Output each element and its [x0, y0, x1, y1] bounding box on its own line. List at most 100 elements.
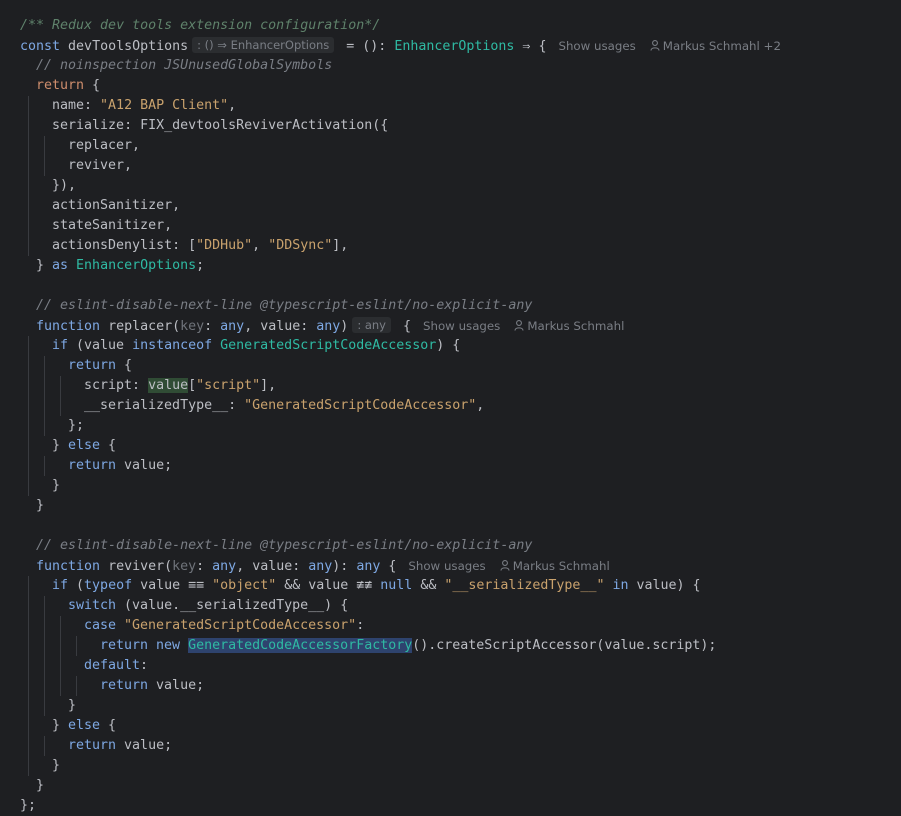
code-token: ):: [332, 559, 357, 574]
code-vision-lens: Show usages Markus Schmahl +2: [558, 39, 781, 53]
person-icon: [650, 40, 660, 51]
code-line[interactable]: };: [68, 416, 84, 436]
code-token: ): [340, 319, 349, 334]
code-token: : FIX_devtoolsReviverActivation({: [124, 118, 389, 133]
code-line[interactable]: function reviver(key: any, value: any): …: [36, 556, 610, 576]
code-line[interactable]: // eslint-disable-next-line @typescript-…: [36, 296, 532, 316]
code-token: any: [356, 559, 381, 574]
code-line[interactable]: reviver,: [68, 156, 132, 176]
code-token: &&: [412, 578, 445, 593]
code-line[interactable]: }: [52, 476, 60, 496]
indent-guide: [44, 456, 45, 476]
code-token: ,: [228, 98, 237, 113]
code-token: // noinspection JSUnusedGlobalSymbols: [36, 58, 333, 73]
code-token: case: [84, 618, 125, 633]
code-line[interactable]: /** Redux dev tools extension configurat…: [20, 16, 380, 36]
code-token: value: [252, 559, 293, 574]
code-line[interactable]: name: "A12 BAP Client",: [52, 96, 236, 116]
code-line[interactable]: if (value instanceof GeneratedScriptCode…: [52, 336, 460, 356]
code-token: (: [76, 578, 85, 593]
code-line[interactable]: __serializedType__: "GeneratedScriptCode…: [84, 396, 484, 416]
code-line[interactable]: return {: [36, 76, 100, 96]
code-token: ,: [244, 319, 261, 334]
code-line[interactable]: return {: [68, 356, 132, 376]
code-line[interactable]: function replacer(key: any, value: any):…: [36, 316, 624, 336]
code-line[interactable]: } else {: [52, 436, 116, 456]
code-token: actionsDenylist: [52, 238, 173, 253]
code-line[interactable]: }: [36, 496, 44, 516]
indent-guide: [28, 576, 29, 776]
code-token: value ≡≡: [140, 578, 213, 593]
code-token: replacer,: [68, 138, 141, 153]
code-line[interactable]: actionsDenylist: ["DDHub", "DDSync"],: [52, 236, 348, 256]
code-token: replacer: [108, 319, 173, 334]
code-line[interactable]: };: [20, 796, 36, 816]
indent-guide: [60, 616, 61, 696]
code-line[interactable]: return value;: [100, 676, 204, 696]
code-token: (value.__serializedType__) {: [124, 598, 349, 613]
author-link[interactable]: Markus Schmahl: [514, 319, 624, 333]
code-token: "GeneratedScriptCodeAccessor": [244, 398, 477, 413]
code-vision-lens: Show usages Markus Schmahl: [423, 319, 624, 333]
code-editor[interactable]: /** Redux dev tools extension configurat…: [0, 0, 901, 813]
code-token: GeneratedCodeAccessorFactory: [188, 638, 413, 653]
code-line[interactable]: }: [36, 776, 44, 796]
code-line[interactable]: }: [52, 756, 60, 776]
code-line[interactable]: return value;: [68, 456, 172, 476]
code-line[interactable]: return value;: [68, 736, 172, 756]
code-token: (: [172, 319, 181, 334]
code-line[interactable]: // eslint-disable-next-line @typescript-…: [36, 536, 532, 556]
code-line[interactable]: replacer,: [68, 136, 140, 156]
code-token: function: [36, 559, 109, 574]
code-line[interactable]: switch (value.__serializedType__) {: [68, 596, 348, 616]
code-token: // eslint-disable-next-line @typescript-…: [36, 298, 533, 313]
code-token: reviver,: [68, 158, 133, 173]
code-token: reviver: [108, 559, 165, 574]
code-token: value;: [124, 458, 173, 473]
indent-guide: [44, 136, 45, 176]
code-line[interactable]: return new GeneratedCodeAccessorFactory(…: [100, 636, 716, 656]
code-token: as: [52, 258, 77, 273]
code-token: {: [394, 319, 411, 334]
author-link[interactable]: Markus Schmahl: [500, 559, 610, 573]
code-token: null: [380, 578, 413, 593]
code-line[interactable]: case "GeneratedScriptCodeAccessor":: [84, 616, 364, 636]
code-token: if: [52, 578, 77, 593]
code-token: in: [604, 578, 637, 593]
code-token: any: [220, 319, 245, 334]
show-usages-link[interactable]: Show usages: [408, 559, 485, 573]
code-line[interactable]: } else {: [52, 716, 116, 736]
code-line[interactable]: }),: [52, 176, 76, 196]
person-icon: [500, 560, 510, 571]
code-token: ) {: [436, 338, 461, 353]
code-token: ],: [332, 238, 349, 253]
code-token: any: [308, 559, 333, 574]
code-line[interactable]: const devToolsOptions: () ⇒ EnhancerOpti…: [20, 36, 781, 56]
code-line[interactable]: } as EnhancerOptions;: [36, 256, 204, 276]
indent-guide: [28, 96, 29, 256]
code-token: "__serializedType__": [444, 578, 605, 593]
code-line[interactable]: default:: [84, 656, 148, 676]
person-icon: [514, 320, 524, 331]
code-token: ,: [252, 238, 269, 253]
author-link[interactable]: Markus Schmahl +2: [650, 39, 781, 53]
code-token: :: [140, 658, 149, 673]
code-line[interactable]: stateSanitizer,: [52, 216, 172, 236]
code-token: return: [36, 78, 85, 93]
code-token: value) {: [636, 578, 701, 593]
code-token: // eslint-disable-next-line @typescript-…: [36, 538, 533, 553]
code-line[interactable]: }: [68, 696, 76, 716]
code-token: :: [132, 378, 149, 393]
code-token: EnhancerOptions: [76, 258, 197, 273]
code-line[interactable]: if (typeof value ≡≡ "object" && value ≢≢…: [52, 576, 701, 596]
show-usages-link[interactable]: Show usages: [423, 319, 500, 333]
code-token: actionSanitizer,: [52, 198, 181, 213]
code-line[interactable]: actionSanitizer,: [52, 196, 180, 216]
show-usages-link[interactable]: Show usages: [558, 39, 635, 53]
code-token: && value ≢≢: [276, 578, 381, 593]
code-line[interactable]: // noinspection JSUnusedGlobalSymbols: [36, 56, 332, 76]
code-line[interactable]: serialize: FIX_devtoolsReviverActivation…: [52, 116, 388, 136]
code-token: return: [68, 358, 117, 373]
code-token: return: [68, 738, 125, 753]
code-line[interactable]: script: value["script"],: [84, 376, 276, 396]
